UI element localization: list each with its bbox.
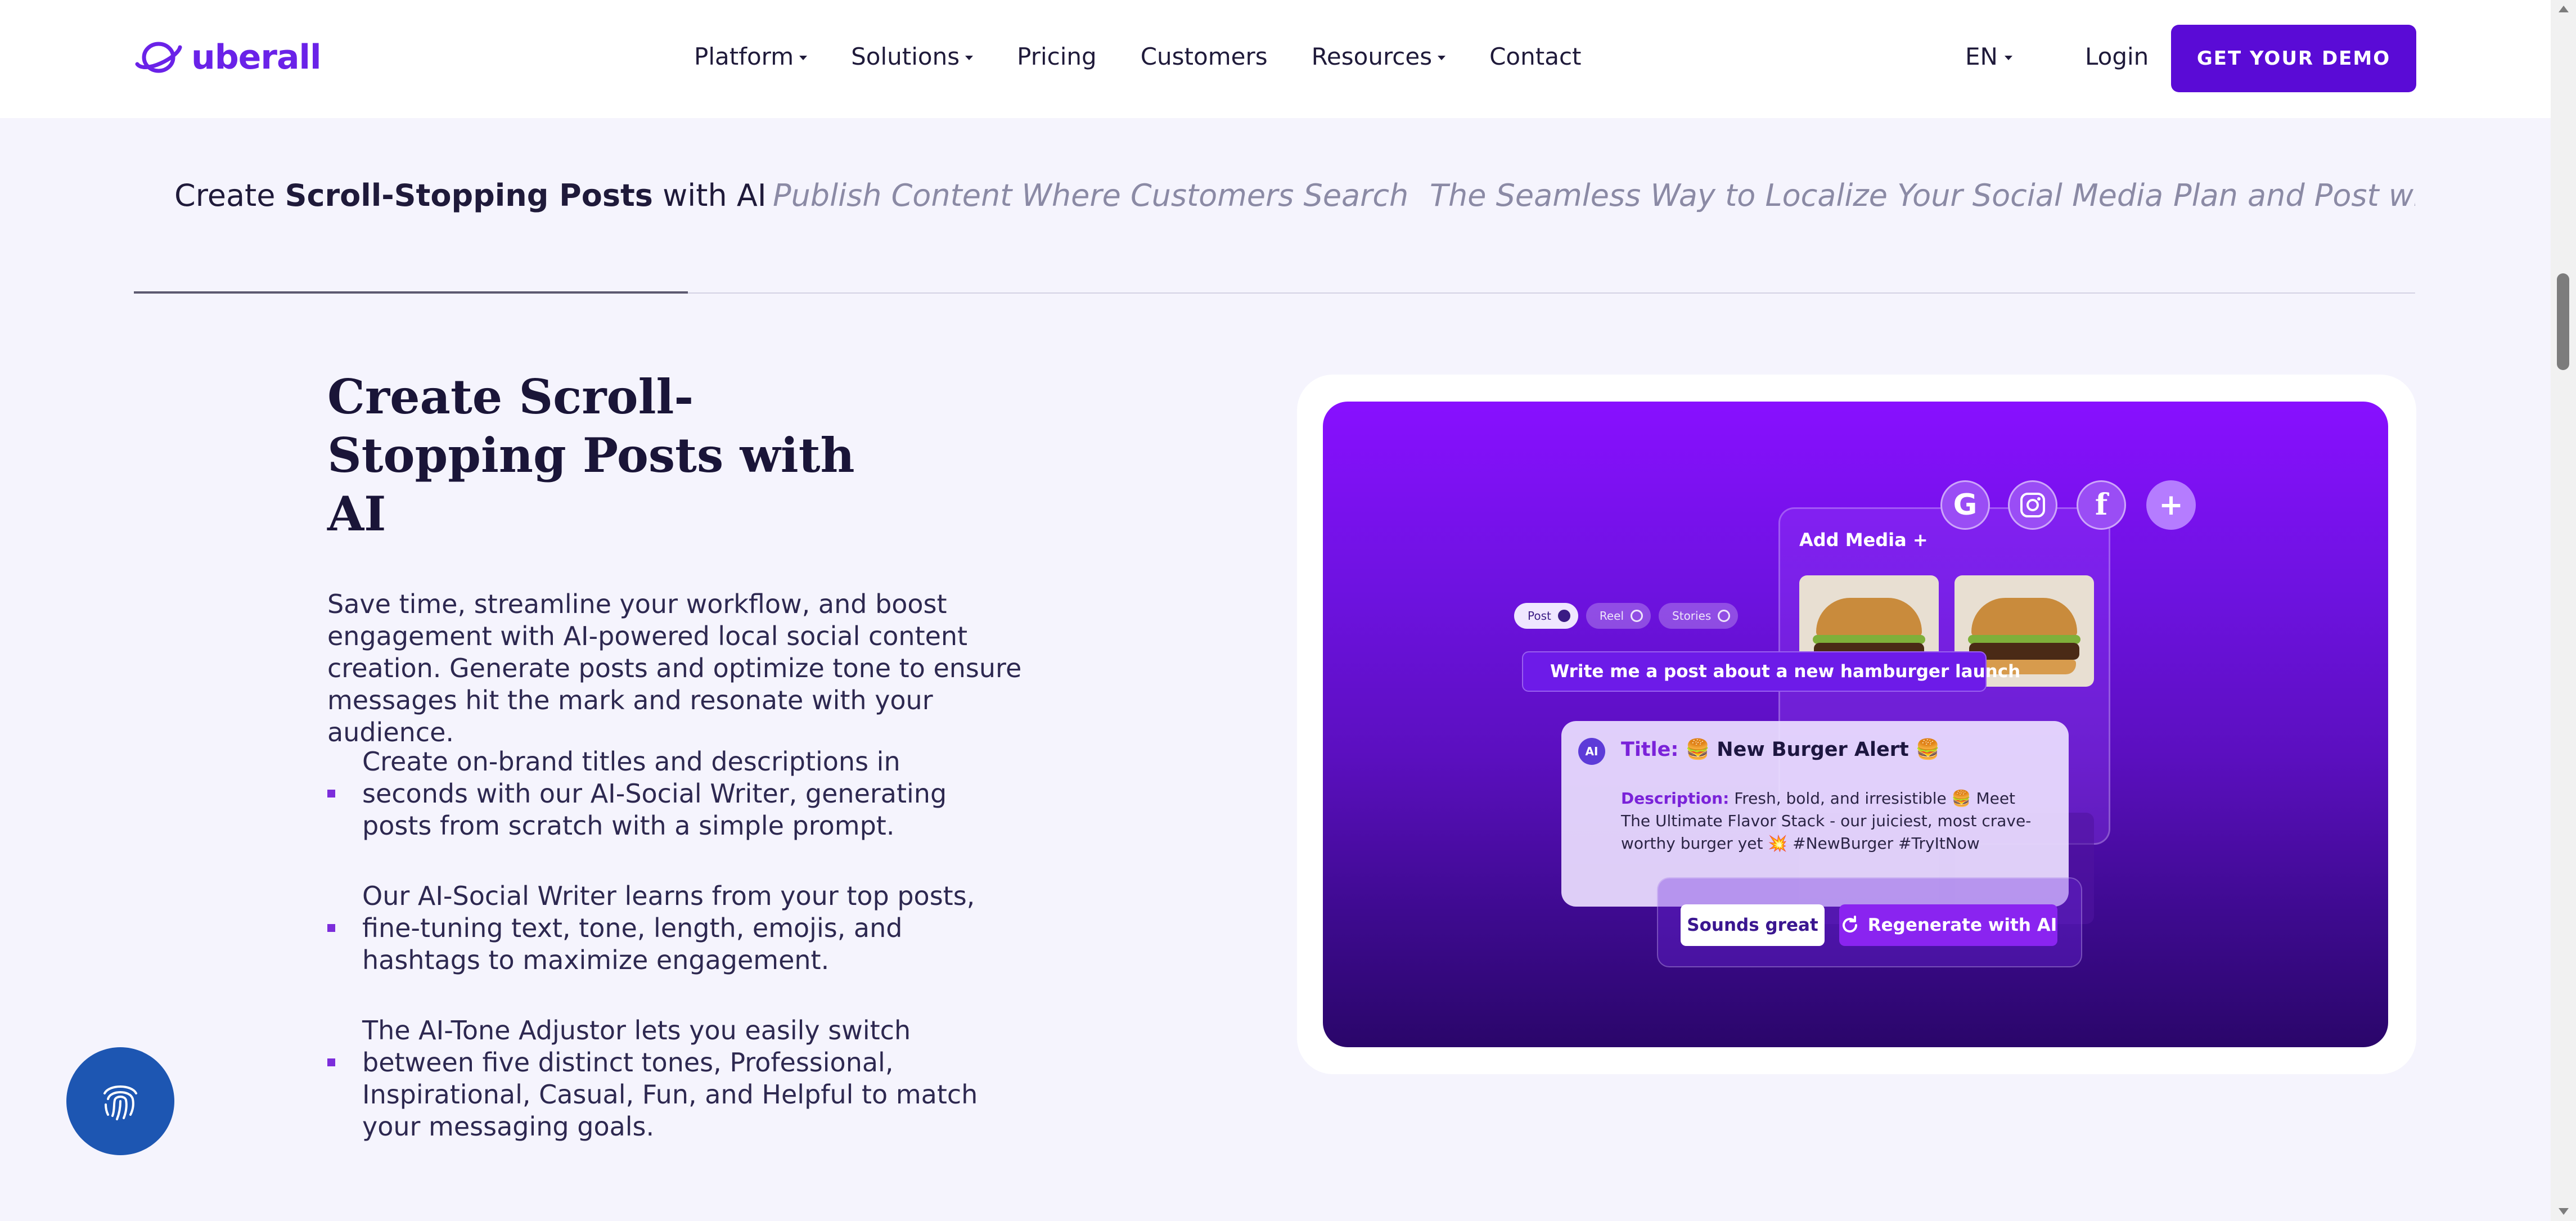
- tab-create-suffix: with AI: [652, 178, 767, 213]
- refresh-icon: [1842, 916, 1857, 933]
- ai-prompt-bar: Write me a post about a new hamburger la…: [1522, 651, 2020, 692]
- feature-tabs: Create Scroll-Stopping Posts with AI Pub…: [134, 169, 2415, 295]
- facebook-icon: f: [2077, 480, 2126, 530]
- bullet-marker: [327, 1058, 335, 1066]
- main-nav: Platform Solutions Pricing Customers Res…: [694, 43, 1625, 70]
- get-demo-button[interactable]: GET YOUR DEMO: [2171, 25, 2416, 92]
- section-intro: Save time, streamline your workflow, and…: [327, 589, 1022, 747]
- ai-writer-illustration: Add Media + G f + Post Reel Stories Writ…: [1323, 402, 2388, 1047]
- chevron-down-icon: [799, 55, 808, 60]
- login-link[interactable]: Login: [2085, 43, 2149, 70]
- nav-solutions[interactable]: Solutions: [851, 43, 974, 70]
- active-tab-indicator: [134, 291, 688, 294]
- regenerate-label: Regenerate with AI: [1867, 915, 2057, 935]
- ai-badge: AI: [1578, 738, 1605, 765]
- chevron-down-icon: [965, 55, 974, 60]
- sounds-great-button: Sounds great: [1681, 904, 1825, 946]
- nav-pricing[interactable]: Pricing: [1017, 43, 1097, 70]
- privacy-settings-button[interactable]: [66, 1047, 174, 1155]
- title-value: 🍔 New Burger Alert 🍔: [1685, 738, 1940, 761]
- tab-localize-social[interactable]: The Seamless Way to Localize Your Social…: [1430, 178, 2163, 213]
- nav-solutions-label: Solutions: [851, 43, 960, 70]
- reel-toggle: Reel: [1586, 603, 1651, 629]
- chevron-down-icon: [1438, 55, 1446, 60]
- tab-create-bold: Scroll-Stopping Posts: [285, 178, 653, 213]
- plus-icon: +: [2146, 480, 2196, 530]
- ai-post-title: Title: 🍔 New Burger Alert 🍔: [1621, 738, 1940, 761]
- fingerprint-icon: [103, 1085, 137, 1120]
- bullet-text: The AI-Tone Adjustor lets you easily swi…: [362, 1015, 978, 1142]
- tab-create-posts[interactable]: Create Scroll-Stopping Posts with AI: [174, 178, 767, 213]
- planet-logo-icon: [135, 42, 182, 73]
- list-item: Create on-brand titles and descriptions …: [327, 746, 1059, 842]
- logo-text: uberall: [191, 38, 322, 77]
- nav-resources-label: Resources: [1311, 43, 1433, 70]
- post-toggle-label: Post: [1528, 609, 1551, 623]
- nav-pricing-label: Pricing: [1017, 43, 1097, 70]
- add-media-title: Add Media +: [1799, 529, 1928, 551]
- tab-create-prefix: Create: [174, 178, 285, 213]
- stories-toggle: Stories: [1659, 603, 1739, 629]
- list-item: Our AI-Social Writer learns from your to…: [327, 880, 1059, 976]
- bullet-text: Create on-brand titles and descriptions …: [362, 746, 947, 841]
- nav-platform[interactable]: Platform: [694, 43, 808, 70]
- bullet-marker: [327, 924, 335, 932]
- ai-post-description: Description: Fresh, bold, and irresistib…: [1621, 787, 2048, 855]
- instagram-icon: [2008, 480, 2057, 530]
- nav-customers-label: Customers: [1140, 43, 1268, 70]
- ai-action-bar: Sounds great Regenerate with AI: [1657, 877, 2082, 967]
- tab-plan-post[interactable]: Plan and Post with: [2173, 178, 2415, 213]
- nav-customers[interactable]: Customers: [1141, 43, 1268, 70]
- toggle-dot-icon: [1718, 610, 1731, 622]
- nav-resources[interactable]: Resources: [1312, 43, 1446, 70]
- uberall-logo[interactable]: uberall: [134, 35, 322, 80]
- bullet-text: Our AI-Social Writer learns from your to…: [362, 881, 975, 975]
- nav-platform-label: Platform: [694, 43, 794, 70]
- page-scrollbar[interactable]: [2551, 0, 2576, 1221]
- scroll-up-arrow-icon[interactable]: [2559, 6, 2569, 12]
- post-type-toggles: Post Reel Stories: [1514, 603, 1739, 629]
- scroll-down-arrow-icon[interactable]: [2559, 1208, 2569, 1215]
- list-item: The AI-Tone Adjustor lets you easily swi…: [327, 1015, 1059, 1143]
- google-icon: G: [1940, 480, 1990, 530]
- bullet-marker: [327, 790, 335, 798]
- site-header: uberall Platform Solutions Pricing Custo…: [0, 0, 2551, 118]
- ai-prompt-text: Write me a post about a new hamburger la…: [1550, 661, 2021, 682]
- section-headline: Create Scroll- Stopping Posts with AI: [327, 368, 890, 543]
- nav-contact-label: Contact: [1489, 43, 1582, 70]
- language-label: EN: [1965, 43, 1998, 70]
- toggle-dot-icon: [1557, 610, 1570, 622]
- title-label: Title:: [1621, 738, 1679, 761]
- feature-bullets: Create on-brand titles and descriptions …: [327, 746, 1059, 1181]
- scrollbar-thumb[interactable]: [2557, 273, 2569, 370]
- nav-contact[interactable]: Contact: [1489, 43, 1581, 70]
- post-toggle: Post: [1514, 603, 1578, 629]
- toggle-dot-icon: [1631, 610, 1643, 622]
- chevron-down-icon: [2004, 55, 2012, 60]
- description-label: Description:: [1621, 789, 1730, 808]
- language-selector[interactable]: EN: [1965, 43, 2012, 70]
- regenerate-button: Regenerate with AI: [1839, 904, 2057, 946]
- headline-line-1: Create Scroll-: [327, 369, 694, 425]
- tab-publish-content[interactable]: Publish Content Where Customers Search: [773, 178, 1408, 213]
- reel-toggle-label: Reel: [1599, 609, 1624, 623]
- headline-line-2: Stopping Posts with AI: [327, 427, 855, 542]
- stories-toggle-label: Stories: [1672, 609, 1712, 623]
